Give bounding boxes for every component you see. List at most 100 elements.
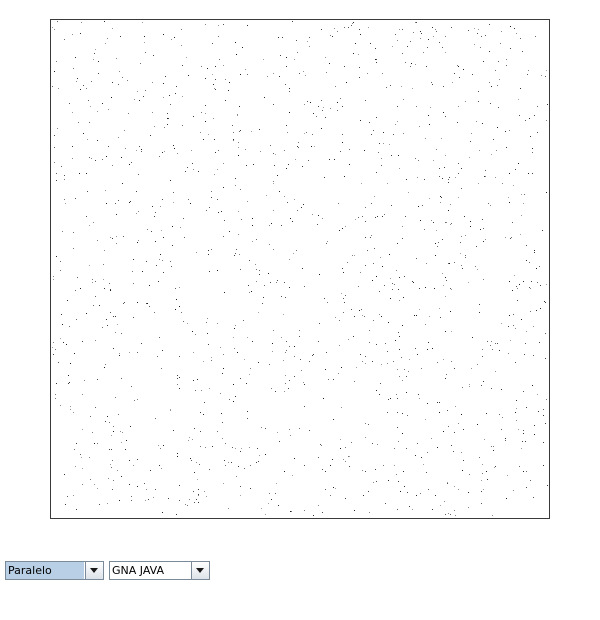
random-point (189, 437, 190, 438)
execution-mode-dropdown[interactable]: Paralelo (5, 561, 104, 580)
random-point (68, 375, 69, 376)
random-point (362, 470, 363, 471)
random-point (164, 127, 165, 128)
random-point (208, 344, 209, 345)
random-point (516, 408, 517, 409)
random-point (233, 132, 234, 133)
random-point (286, 350, 287, 351)
random-point (155, 418, 156, 419)
random-point (491, 341, 492, 342)
random-point (546, 192, 547, 193)
random-point (444, 501, 445, 502)
random-point (92, 432, 93, 433)
random-point (82, 341, 83, 342)
random-point (75, 198, 76, 199)
random-point (435, 29, 436, 30)
random-point (139, 100, 140, 101)
random-point (483, 279, 484, 280)
random-point (238, 155, 239, 156)
random-point (426, 66, 427, 67)
random-point (198, 502, 199, 503)
random-point (204, 491, 205, 492)
random-point (395, 34, 396, 35)
random-point (312, 355, 313, 356)
random-point (460, 242, 461, 243)
random-point (290, 435, 291, 436)
random-point (428, 115, 429, 116)
random-point (167, 113, 168, 114)
random-point (122, 183, 123, 184)
random-point (170, 180, 171, 181)
random-point (182, 96, 183, 97)
random-point (82, 484, 83, 485)
random-point (65, 203, 66, 204)
random-point (529, 118, 530, 119)
random-point (465, 101, 466, 102)
random-point (97, 240, 98, 241)
random-point (419, 288, 420, 289)
random-point (510, 340, 511, 341)
random-point (325, 369, 326, 370)
random-point (270, 282, 271, 283)
random-point (407, 492, 408, 493)
random-point (546, 284, 547, 285)
random-point (76, 81, 77, 82)
random-point (411, 63, 412, 64)
execution-mode-dropdown-button[interactable] (85, 562, 103, 579)
random-point (198, 494, 199, 495)
random-point (525, 441, 526, 442)
generator-value: GNA JAVA (112, 564, 164, 577)
random-point (479, 457, 480, 458)
generator-dropdown[interactable]: GNA JAVA (109, 561, 210, 580)
random-point (484, 176, 485, 177)
random-point (321, 100, 322, 101)
random-point (95, 296, 96, 297)
random-point (489, 24, 490, 25)
random-point (141, 343, 142, 344)
random-point (545, 333, 546, 334)
random-point (64, 179, 65, 180)
random-point (236, 54, 237, 55)
random-point (416, 106, 417, 107)
random-point (509, 130, 510, 131)
random-point (395, 340, 396, 341)
random-point (179, 500, 180, 501)
random-point (217, 270, 218, 271)
random-point (194, 472, 195, 473)
random-point (240, 74, 241, 75)
random-point (301, 370, 302, 371)
random-point (239, 106, 240, 107)
random-point (526, 245, 527, 246)
random-point (390, 298, 391, 299)
random-point (73, 68, 74, 69)
random-point (273, 249, 274, 250)
random-point (460, 253, 461, 254)
random-point (144, 42, 145, 43)
random-point (405, 216, 406, 217)
random-point (55, 398, 56, 399)
random-point (338, 373, 339, 374)
random-point (290, 511, 291, 512)
random-point (179, 388, 180, 389)
random-point (367, 73, 368, 74)
random-point (414, 315, 415, 316)
random-point (448, 426, 449, 427)
random-point (103, 279, 104, 280)
random-point (259, 129, 260, 130)
random-point (76, 319, 77, 320)
random-point (181, 29, 182, 30)
random-point (163, 272, 164, 273)
random-point (425, 324, 426, 325)
random-point (377, 216, 378, 217)
random-point (505, 131, 506, 132)
random-point (505, 440, 506, 441)
random-point (258, 461, 259, 462)
random-point (180, 227, 181, 228)
generator-dropdown-button[interactable] (191, 562, 209, 579)
random-point (520, 38, 521, 39)
random-point (269, 244, 270, 245)
random-point (275, 154, 276, 155)
random-point (243, 320, 244, 321)
random-point (546, 70, 547, 71)
random-point (518, 163, 519, 164)
